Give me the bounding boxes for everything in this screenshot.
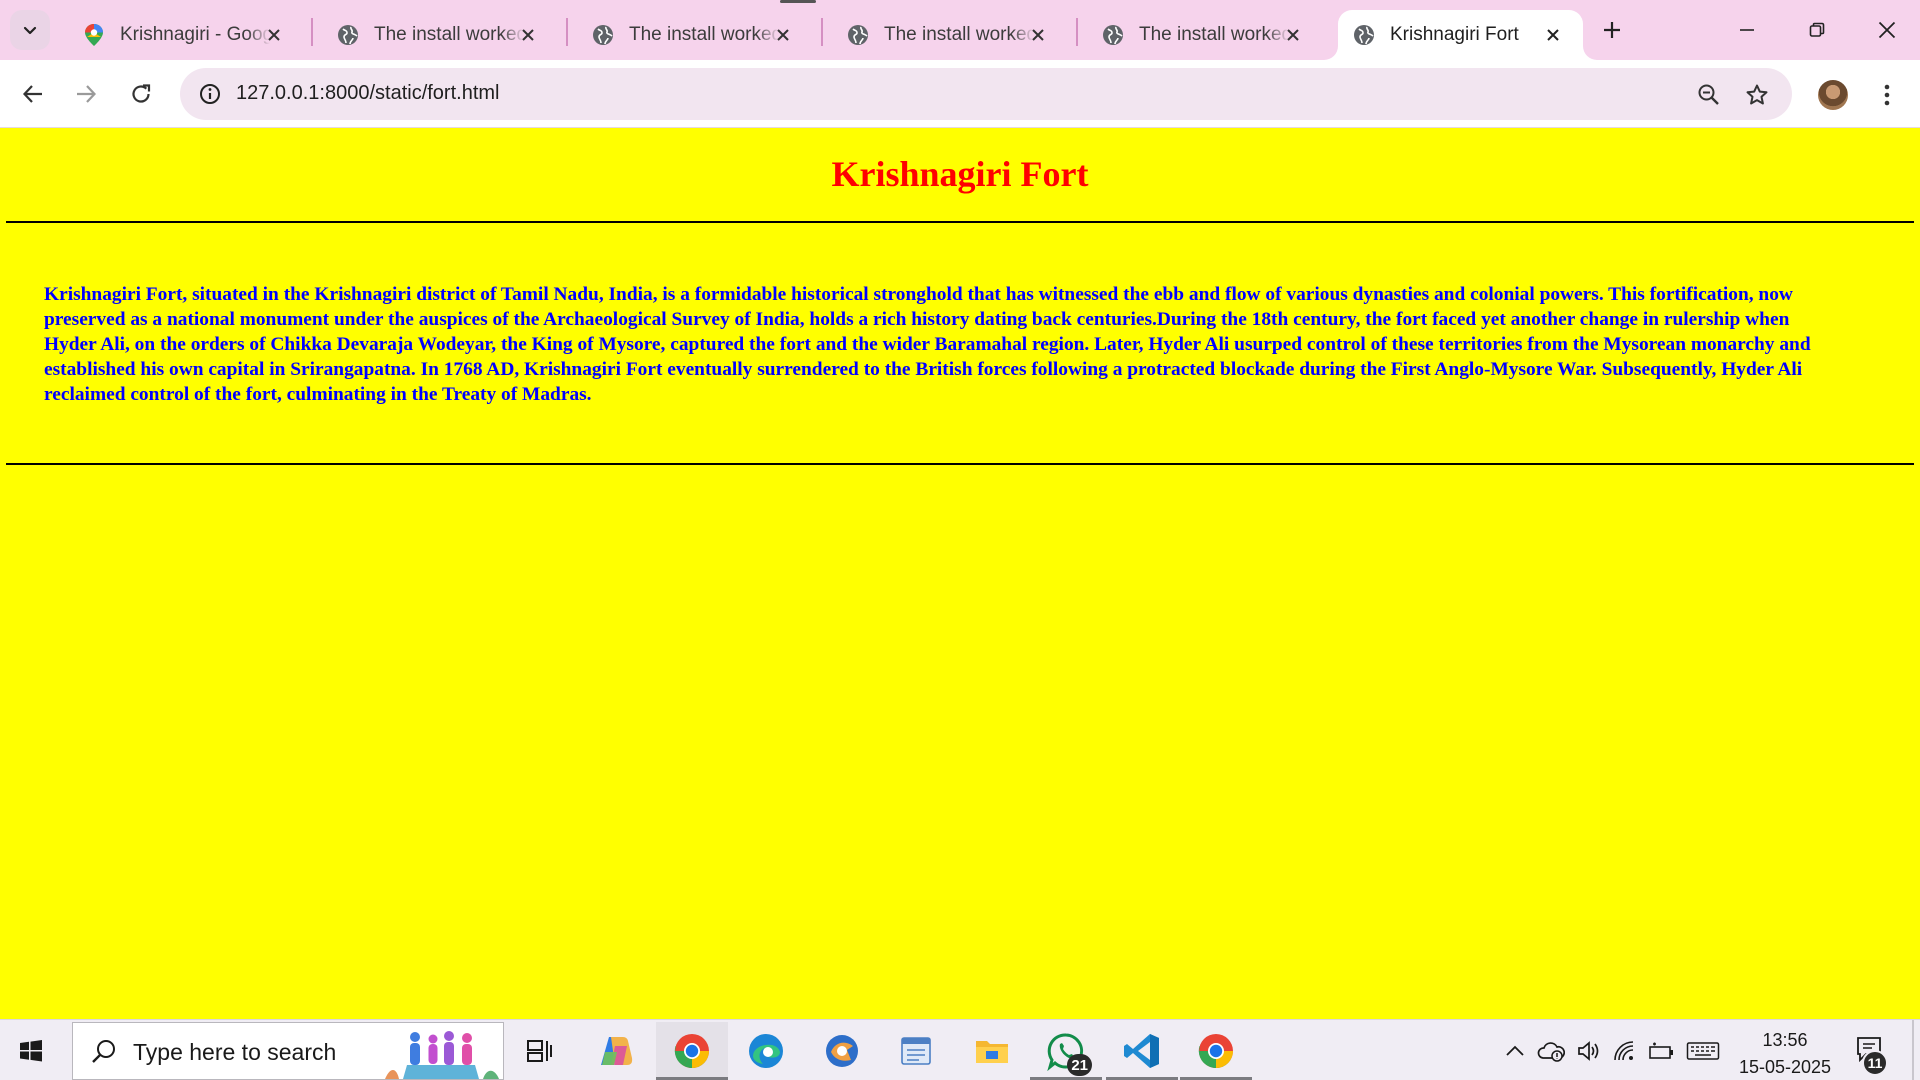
copilot-icon bbox=[601, 1037, 633, 1065]
url-text[interactable]: 127.0.0.1:8000/static/fort.html bbox=[236, 82, 500, 105]
globe-icon bbox=[591, 23, 615, 47]
tab-install-worked[interactable]: The install worked successfully! bbox=[1087, 10, 1323, 60]
tab-title: The install worked successfully! bbox=[374, 24, 524, 45]
clock-date: 15-05-2025 bbox=[1738, 1057, 1832, 1077]
reload-button[interactable] bbox=[121, 74, 161, 114]
tab-search-button[interactable] bbox=[10, 10, 50, 50]
tab-separator bbox=[311, 18, 313, 46]
back-button[interactable] bbox=[13, 74, 53, 114]
globe-icon bbox=[846, 23, 870, 47]
volume-icon[interactable] bbox=[1574, 1036, 1604, 1066]
google-maps-icon bbox=[82, 23, 106, 47]
taskbar-chrome[interactable] bbox=[656, 1022, 728, 1080]
close-tab-icon[interactable] bbox=[1026, 23, 1050, 47]
close-tab-icon[interactable] bbox=[516, 23, 540, 47]
tab-activity-indicator bbox=[780, 0, 816, 3]
taskbar-chrome-second[interactable] bbox=[1180, 1022, 1252, 1080]
new-tab-button[interactable] bbox=[1592, 14, 1632, 46]
globe-icon bbox=[1101, 23, 1125, 47]
close-tab-icon[interactable] bbox=[1541, 23, 1565, 47]
close-icon bbox=[1878, 21, 1896, 39]
more-vertical-icon bbox=[1884, 84, 1890, 106]
arrow-left-icon bbox=[22, 85, 42, 103]
edge-icon bbox=[749, 1034, 783, 1068]
battery-icon[interactable] bbox=[1646, 1036, 1676, 1066]
tab-title: The install worked successfully! bbox=[884, 24, 1034, 45]
close-tab-icon[interactable] bbox=[771, 23, 795, 47]
browser-menu-button[interactable] bbox=[1872, 78, 1902, 112]
tab-separator bbox=[566, 18, 568, 46]
globe-icon bbox=[1352, 23, 1376, 47]
page-paragraph: Krishnagiri Fort, situated in the Krishn… bbox=[44, 284, 1811, 405]
forward-button[interactable] bbox=[66, 74, 106, 114]
web-page: Krishnagiri Fort Krishnagiri Fort, situa… bbox=[0, 129, 1920, 1019]
search-highlight-illustration bbox=[385, 1031, 499, 1079]
close-window-button[interactable] bbox=[1852, 0, 1920, 60]
tab-install-worked[interactable]: The install worked successfully! bbox=[577, 10, 813, 60]
restore-icon bbox=[1809, 22, 1825, 37]
horizontal-rule bbox=[6, 463, 1914, 465]
globe-icon bbox=[336, 23, 360, 47]
bookmark-star-icon[interactable] bbox=[1742, 80, 1772, 110]
profile-avatar[interactable] bbox=[1818, 80, 1848, 110]
unread-badge: 21 bbox=[1067, 1054, 1092, 1076]
tab-strip: Krishnagiri - Google Maps The install wo… bbox=[0, 0, 1920, 60]
address-bar[interactable]: 127.0.0.1:8000/static/fort.html bbox=[180, 68, 1792, 120]
chrome-icon bbox=[1198, 1034, 1233, 1068]
windows-taskbar: Type here to search 21 13:56 15-05-2025 … bbox=[0, 1019, 1920, 1080]
vscode-icon bbox=[1124, 1034, 1159, 1068]
tab-title: The install worked successfully! bbox=[1139, 24, 1289, 45]
taskbar-edge[interactable] bbox=[730, 1022, 802, 1080]
windows-icon bbox=[20, 1040, 42, 1062]
notepad-icon bbox=[901, 1037, 931, 1065]
onedrive-tray-icon[interactable] bbox=[1536, 1036, 1566, 1066]
site-info-icon[interactable] bbox=[194, 78, 226, 110]
minimize-icon bbox=[1740, 29, 1754, 31]
page-title: Krishnagiri Fort bbox=[831, 154, 1089, 194]
start-button[interactable] bbox=[14, 1034, 48, 1068]
horizontal-rule bbox=[6, 221, 1914, 223]
wifi-icon[interactable] bbox=[1610, 1036, 1640, 1066]
tab-title: Krishnagiri Fort bbox=[1390, 24, 1519, 45]
browser-toolbar: 127.0.0.1:8000/static/fort.html bbox=[0, 60, 1920, 128]
chrome-icon bbox=[674, 1034, 709, 1068]
taskbar-notepad[interactable] bbox=[880, 1022, 952, 1080]
taskbar-file-explorer[interactable] bbox=[956, 1022, 1028, 1080]
tab-install-worked[interactable]: The install worked successfully! bbox=[832, 10, 1068, 60]
task-view-button[interactable] bbox=[504, 1022, 576, 1080]
restore-button[interactable] bbox=[1782, 0, 1852, 60]
app-icon bbox=[826, 1035, 858, 1067]
arrow-right-icon bbox=[77, 85, 97, 103]
tab-title: The install worked successfully! bbox=[629, 24, 779, 45]
show-hidden-icons-button[interactable] bbox=[1500, 1036, 1530, 1066]
tab-install-worked[interactable]: The install worked successfully! bbox=[322, 10, 558, 60]
taskbar-app[interactable] bbox=[806, 1022, 878, 1080]
close-tab-icon[interactable] bbox=[262, 23, 286, 47]
taskbar-whatsapp[interactable]: 21 bbox=[1030, 1022, 1102, 1080]
close-tab-icon[interactable] bbox=[1281, 23, 1305, 47]
task-view-icon bbox=[527, 1040, 552, 1062]
clock-time: 13:56 bbox=[1762, 1030, 1808, 1050]
chevron-down-icon bbox=[23, 26, 37, 35]
notification-count-badge: 11 bbox=[1862, 1050, 1888, 1076]
search-icon bbox=[92, 1040, 115, 1063]
keyboard-icon[interactable] bbox=[1686, 1036, 1720, 1066]
zoom-icon[interactable] bbox=[1694, 80, 1724, 110]
show-desktop-button[interactable] bbox=[1912, 1020, 1914, 1080]
tab-separator bbox=[821, 18, 823, 46]
file-explorer-icon bbox=[976, 1041, 1008, 1063]
taskbar-search[interactable]: Type here to search bbox=[72, 1022, 504, 1080]
minimize-button[interactable] bbox=[1712, 0, 1782, 60]
reload-icon bbox=[132, 84, 151, 103]
chevron-up-icon bbox=[1506, 1045, 1524, 1056]
tab-krishnagiri-fort[interactable]: Krishnagiri Fort bbox=[1338, 10, 1583, 60]
tab-separator bbox=[1076, 18, 1078, 46]
taskbar-copilot[interactable] bbox=[580, 1022, 652, 1080]
tab-google-maps[interactable]: Krishnagiri - Google Maps bbox=[68, 10, 304, 60]
taskbar-vscode[interactable] bbox=[1106, 1022, 1178, 1080]
tab-title: Krishnagiri - Google Maps bbox=[120, 24, 270, 45]
search-placeholder[interactable]: Type here to search bbox=[133, 1039, 336, 1066]
taskbar-clock[interactable]: 13:56 15-05-2025 bbox=[1730, 1027, 1840, 1080]
plus-icon bbox=[1604, 22, 1620, 38]
